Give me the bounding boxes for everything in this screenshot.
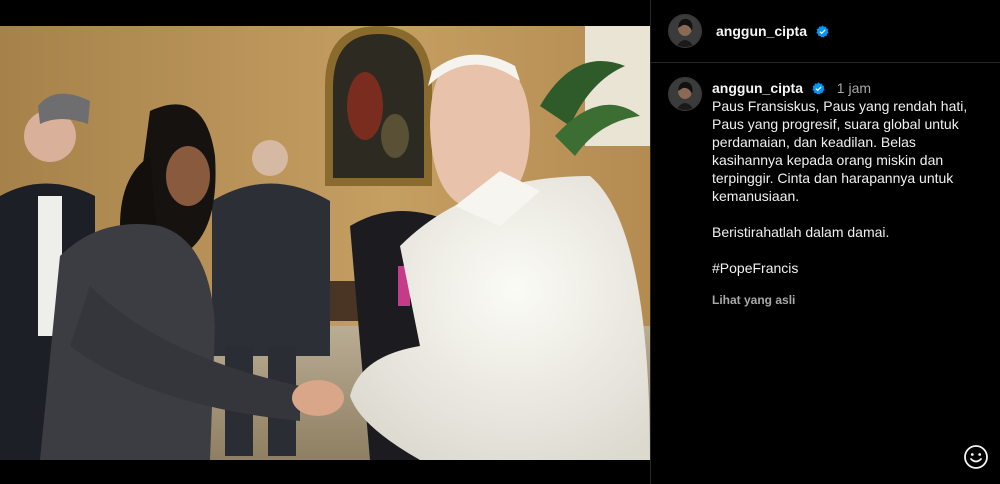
caption-username-row: anggun_cipta 1 jam (712, 80, 871, 96)
caption-username[interactable]: anggun_cipta (712, 80, 803, 96)
emoji-button[interactable] (963, 444, 989, 470)
caption-paragraph-1: Paus Fransiskus, Paus yang rendah hati, … (712, 98, 968, 204)
caption-hashtag[interactable]: #PopeFrancis (712, 259, 982, 277)
panel-divider (650, 0, 651, 484)
caption-paragraph-2: Beristirahatlah dalam damai. (712, 224, 890, 240)
caption-text: Paus Fransiskus, Paus yang rendah hati, … (712, 97, 982, 277)
verified-badge-icon (816, 25, 829, 38)
post-photo[interactable] (0, 26, 650, 460)
post-header: anggun_cipta (651, 0, 1000, 62)
caption-verified-badge-icon (812, 82, 825, 95)
header-username[interactable]: anggun_cipta (716, 23, 807, 39)
header-divider (651, 62, 1000, 63)
caption-avatar-image (669, 78, 701, 110)
see-original-link[interactable]: Lihat yang asli (712, 293, 795, 307)
avatar-image (669, 15, 701, 47)
emoji-smiley-icon (964, 445, 988, 469)
caption-spacer-2 (712, 241, 982, 259)
caption-author-avatar[interactable] (668, 77, 702, 111)
author-avatar[interactable] (668, 14, 702, 48)
header-username-row[interactable]: anggun_cipta (716, 23, 829, 39)
post-photo-illustration (0, 26, 650, 460)
post-timestamp[interactable]: 1 jam (837, 80, 871, 96)
